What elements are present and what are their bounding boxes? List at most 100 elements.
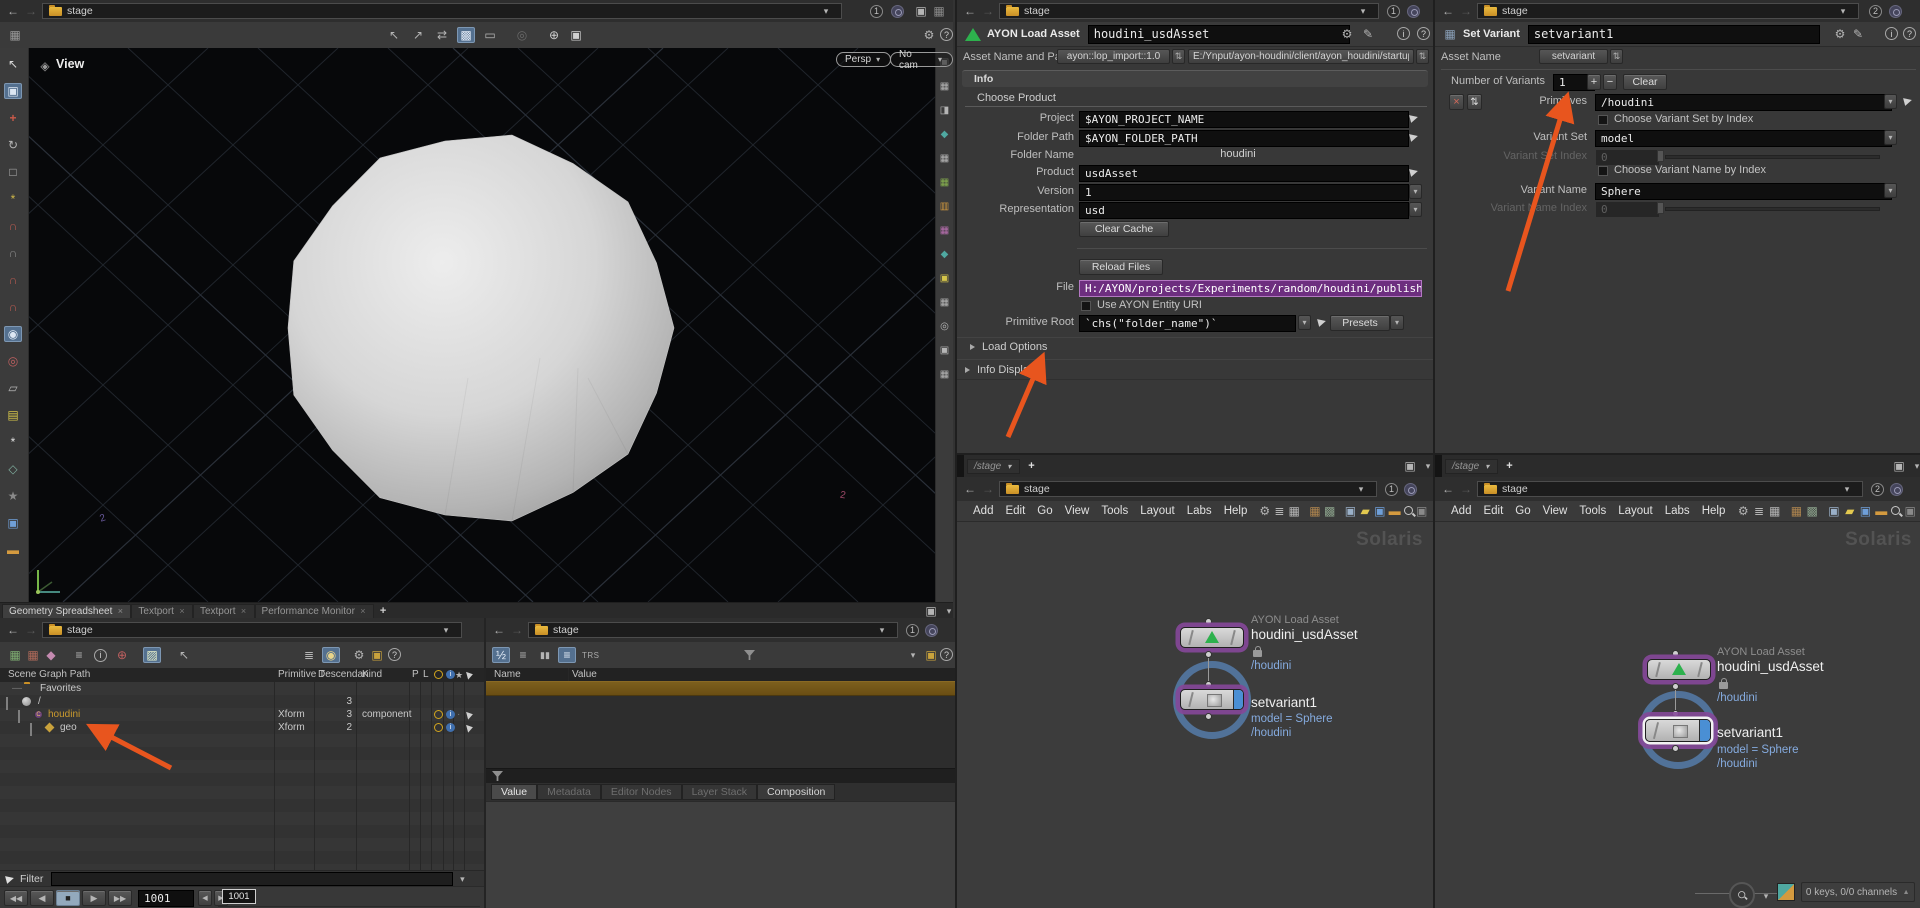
tab-editor-nodes[interactable]: Editor Nodes (601, 784, 682, 800)
menu-view[interactable]: View (1537, 505, 1574, 517)
node-output-dot[interactable] (1205, 651, 1212, 658)
table-row-favorites[interactable]: — Favorites (0, 682, 484, 695)
menu-layout[interactable]: Layout (1134, 505, 1181, 517)
tool-lock-icon[interactable] (4, 83, 22, 99)
operator-updown-icon[interactable] (1172, 49, 1185, 64)
inspect-icon[interactable] (113, 647, 131, 663)
help-icon[interactable]: ? (388, 648, 401, 661)
path-tab[interactable]: stage (999, 481, 1377, 497)
info-display-section[interactable]: Info Display (957, 359, 1433, 380)
network-dot-icon[interactable] (1387, 503, 1402, 519)
node-info-icon[interactable]: i (1397, 27, 1410, 40)
display-camera-icon[interactable] (937, 294, 952, 310)
filter-caret-icon[interactable] (453, 871, 471, 887)
network-overview-icon[interactable] (1902, 503, 1918, 519)
trs-icon[interactable]: TRS (582, 651, 600, 660)
col-name[interactable]: Name (494, 668, 521, 681)
node-name-label[interactable]: houdini_usdAsset (1251, 627, 1358, 642)
tool-bookmark-icon[interactable] (4, 542, 22, 558)
color-palette-icon[interactable] (1308, 503, 1323, 519)
info-section-header[interactable]: Info (962, 70, 1428, 87)
display-split-icon[interactable] (937, 102, 952, 118)
tool-favorite-icon[interactable] (4, 488, 22, 504)
list-mode-icon[interactable] (514, 647, 532, 663)
menu-edit[interactable]: Edit (1477, 505, 1509, 517)
path-caret-icon[interactable] (873, 622, 891, 638)
network-tools-icon[interactable] (1257, 503, 1272, 519)
forward-icon[interactable] (979, 481, 997, 497)
select-prim-icon[interactable] (466, 723, 474, 732)
pane-menu-caret-icon[interactable] (1908, 458, 1920, 474)
network-tools-icon[interactable] (1735, 503, 1751, 519)
folder-path-jump-icon[interactable] (1409, 132, 1419, 142)
node-info-icon[interactable]: i (1885, 27, 1898, 40)
tab-textport-1[interactable]: Textport (131, 604, 193, 619)
path-tab[interactable]: stage (1477, 481, 1863, 497)
product-field[interactable]: usdAsset (1079, 165, 1409, 182)
reload-files-button[interactable]: Reload Files (1079, 259, 1163, 275)
variant-name-dropdown-icon[interactable] (1884, 183, 1897, 198)
path-caret-icon[interactable] (817, 3, 835, 19)
active-toggle-icon[interactable] (434, 723, 443, 732)
network-overview-icon[interactable] (1414, 503, 1429, 519)
select-tool-icon[interactable] (385, 27, 403, 43)
tab-caret-icon[interactable] (1483, 458, 1491, 474)
node-input-dot[interactable] (1672, 650, 1679, 657)
col-kind[interactable]: Kind (362, 668, 382, 681)
script-path-dropdown[interactable]: E:/Ynput/ayon-houdini/client/ayon_houdin… (1188, 49, 1414, 64)
back-icon[interactable] (4, 622, 22, 638)
color-palette-icon[interactable] (1789, 503, 1805, 519)
tab-performance-monitor[interactable]: Performance Monitor (255, 604, 374, 619)
primitive-root-jump-icon[interactable] (1317, 317, 1327, 327)
display-normals-icon[interactable] (937, 222, 952, 238)
primitives-dropdown-icon[interactable] (1884, 94, 1897, 109)
viewport-3d[interactable]: View Persp No cam 2 2 (0, 48, 953, 602)
pane-link-icon[interactable] (925, 624, 938, 637)
color-editor-icon[interactable] (1777, 883, 1795, 901)
display-grid-icon[interactable] (937, 78, 952, 94)
path-tab[interactable]: stage (999, 3, 1379, 19)
network-search-icon[interactable] (1889, 504, 1902, 519)
gear-icon[interactable] (350, 647, 368, 663)
jog-caret-icon[interactable] (1757, 888, 1775, 904)
tab-layer-stack[interactable]: Layer Stack (682, 784, 757, 800)
tab-geometry-spreadsheet[interactable]: Geometry Spreadsheet (2, 604, 131, 619)
col-value[interactable]: Value (572, 668, 597, 681)
display-background-icon[interactable] (937, 342, 952, 358)
forward-icon[interactable] (508, 622, 526, 638)
path-caret-icon[interactable] (1354, 3, 1372, 19)
pane-mode-icon[interactable] (922, 603, 940, 619)
viewport-help-icon[interactable]: ? (940, 28, 953, 41)
tool-layers-icon[interactable] (4, 407, 22, 423)
collection-pin-icon[interactable] (42, 647, 60, 663)
tab-metadata[interactable]: Metadata (537, 784, 601, 800)
network-canvas[interactable]: Solaris AYON Load Asset hou (1435, 521, 1920, 908)
network-box-icon[interactable] (1372, 503, 1387, 519)
help-icon[interactable]: ? (1903, 27, 1916, 40)
clipboard-help-icon[interactable] (922, 647, 940, 663)
menu-help[interactable]: Help (1218, 505, 1254, 517)
table-row-geo[interactable]: geo Xform 2 (0, 721, 484, 734)
remove-variant-button[interactable] (1603, 74, 1617, 90)
tree-view-icon[interactable] (1272, 503, 1287, 519)
play-reverse-button[interactable] (30, 890, 54, 906)
network-tab-stage[interactable]: /stage (967, 459, 1020, 474)
display-points-icon[interactable] (937, 246, 952, 262)
forward-icon[interactable] (22, 3, 40, 19)
tool-light-icon[interactable] (4, 461, 22, 477)
back-icon[interactable] (1439, 3, 1457, 19)
display-flag-bar[interactable] (1699, 720, 1710, 741)
product-jump-icon[interactable] (1409, 167, 1419, 177)
tree-view-icon[interactable] (1751, 503, 1767, 519)
representation-dropdown-icon[interactable] (1409, 202, 1422, 217)
select-prim-icon[interactable] (466, 710, 474, 719)
tab-composition[interactable]: Composition (757, 784, 835, 800)
path-caret-icon[interactable] (1838, 481, 1856, 497)
path-caret-icon[interactable] (437, 622, 455, 638)
pane-snapshot-icon[interactable] (930, 3, 948, 19)
menu-labs[interactable]: Labs (1181, 505, 1218, 517)
tab-value[interactable]: Value (491, 784, 537, 800)
brush-icon[interactable] (1849, 26, 1867, 42)
operator-dropdown[interactable]: ayon::lop_import::1.0 (1057, 49, 1170, 64)
folder-path-field[interactable]: $AYON_FOLDER_PATH (1079, 130, 1409, 147)
